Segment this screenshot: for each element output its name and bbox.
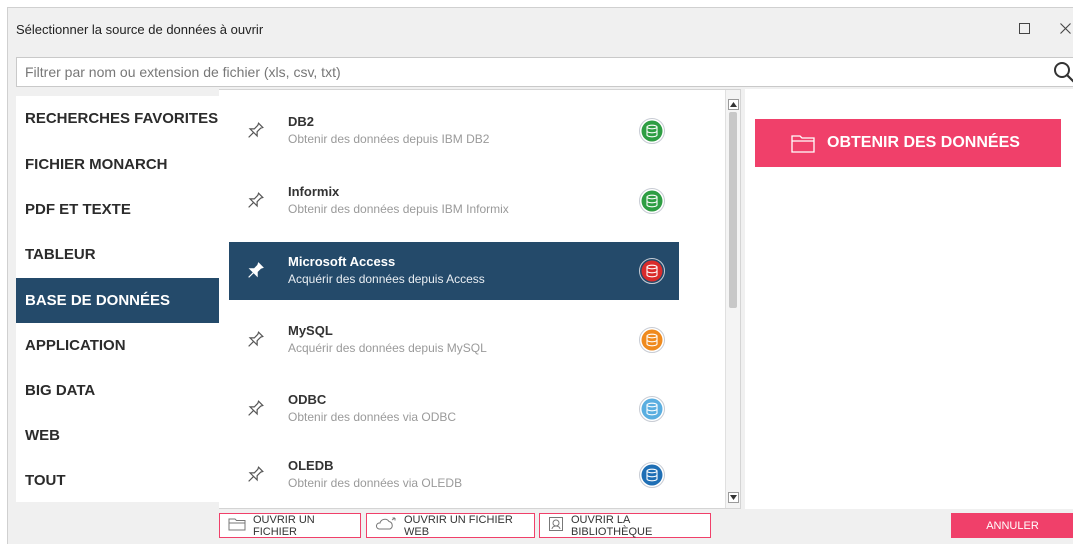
action-panel: OBTENIR DES DONNÉES (745, 89, 1073, 509)
title-bar: Sélectionner la source de données à ouvr… (8, 8, 1073, 48)
source-list: DB2 Obtenir des données depuis IBM DB2 I… (219, 89, 741, 509)
scroll-down-icon[interactable] (728, 492, 739, 503)
pin-icon[interactable] (245, 261, 265, 281)
source-title: Microsoft Access (288, 254, 396, 269)
list-item[interactable]: ODBC Obtenir des données via ODBC (229, 380, 679, 438)
data-source-dialog: Sélectionner la source de données à ouvr… (7, 7, 1073, 544)
search-bar (16, 57, 1073, 87)
sidebar-item-base-de-donnees[interactable]: BASE DE DONNÉES (16, 278, 219, 323)
sidebar-item-pdf-et-texte[interactable]: PDF ET TEXTE (16, 187, 219, 232)
pin-icon[interactable] (245, 399, 265, 419)
cloud-icon (375, 517, 397, 534)
library-icon (548, 516, 564, 535)
sidebar-item-recherches-favorites[interactable]: RECHERCHES FAVORITES (16, 96, 219, 141)
source-description: Acquérir des données depuis Access (288, 272, 485, 286)
database-icon (638, 326, 666, 354)
search-icon[interactable] (1053, 61, 1073, 83)
sidebar-item-tableur[interactable]: TABLEUR (16, 232, 219, 277)
source-description: Acquérir des données depuis MySQL (288, 341, 487, 355)
open-web-file-label: OUVRIR UN FICHIER WEB (404, 513, 513, 538)
dialog-title: Sélectionner la source de données à ouvr… (16, 22, 264, 37)
folder-icon (228, 517, 246, 534)
search-input[interactable] (17, 58, 1037, 86)
source-description: Obtenir des données depuis IBM DB2 (288, 132, 490, 146)
list-item[interactable]: Informix Obtenir des données depuis IBM … (229, 172, 679, 230)
list-item-selected[interactable]: Microsoft Access Acquérir des données de… (229, 242, 679, 300)
scrollbar-thumb[interactable] (729, 112, 737, 308)
source-description: Obtenir des données depuis IBM Informix (288, 202, 509, 216)
database-icon (638, 257, 666, 285)
sidebar-item-fichier-monarch[interactable]: FICHIER MONARCH (16, 142, 219, 187)
get-data-label: OBTENIR DES DONNÉES (827, 134, 1020, 151)
open-file-label: OUVRIR UN FICHIER (253, 513, 315, 538)
database-icon (638, 117, 666, 145)
database-icon (638, 461, 666, 489)
pin-icon[interactable] (245, 465, 265, 485)
database-icon (638, 187, 666, 215)
get-data-button[interactable]: OBTENIR DES DONNÉES (755, 119, 1061, 167)
sidebar-item-application[interactable]: APPLICATION (16, 323, 219, 368)
pin-icon[interactable] (245, 121, 265, 141)
source-title: OLEDB (288, 458, 334, 473)
source-description: Obtenir des données via OLEDB (288, 476, 463, 490)
scroll-up-icon[interactable] (728, 99, 739, 110)
source-title: Informix (288, 184, 340, 199)
cancel-button[interactable]: ANNULER (951, 513, 1073, 538)
pin-icon[interactable] (245, 330, 265, 350)
list-item[interactable]: DB2 Obtenir des données depuis IBM DB2 (229, 102, 679, 160)
open-web-file-button[interactable]: OUVRIR UN FICHIER WEB (366, 513, 535, 538)
open-library-button[interactable]: OUVRIR LA BIBLIOTHÈQUE (539, 513, 711, 538)
open-library-label: OUVRIR LA BIBLIOTHÈQUE (571, 513, 653, 538)
folder-icon (791, 133, 815, 153)
list-item[interactable]: OLEDB Obtenir des données via OLEDB (229, 446, 679, 504)
database-icon (638, 395, 666, 423)
pin-icon[interactable] (245, 191, 265, 211)
list-scrollbar[interactable] (725, 90, 740, 508)
category-sidebar: RECHERCHES FAVORITES FICHIER MONARCH PDF… (16, 96, 219, 502)
sidebar-item-big-data[interactable]: BIG DATA (16, 368, 219, 413)
source-title: DB2 (288, 114, 315, 129)
source-description: Obtenir des données via ODBC (288, 410, 457, 424)
open-file-button[interactable]: OUVRIR UN FICHIER (219, 513, 361, 538)
close-icon[interactable] (1055, 18, 1073, 38)
sidebar-item-web[interactable]: WEB (16, 413, 219, 458)
source-title: ODBC (288, 392, 327, 407)
maximize-icon[interactable] (1014, 18, 1034, 38)
sidebar-item-tout[interactable]: TOUT (16, 458, 219, 503)
list-item[interactable]: MySQL Acquérir des données depuis MySQL (229, 311, 679, 369)
source-title: MySQL (288, 323, 333, 338)
